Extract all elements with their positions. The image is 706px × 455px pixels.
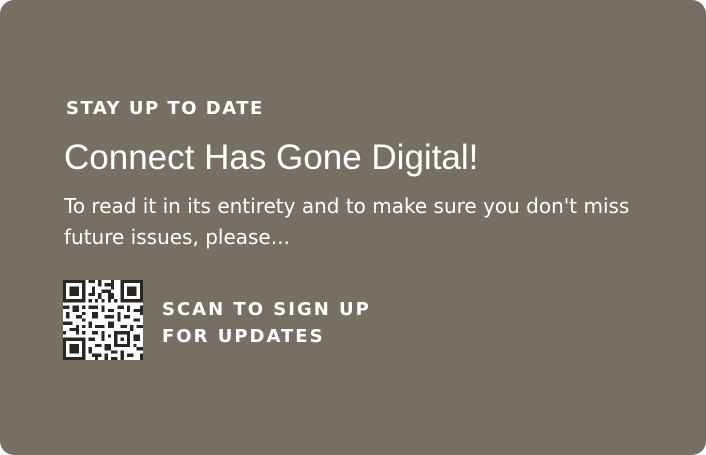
cta-line-1: SCAN TO SIGN UP [162,299,371,320]
headline: Connect Has Gone Digital! [64,138,479,177]
eyebrow-label: STAY UP TO DATE [66,98,264,119]
body-text: To read it in its entirety and to make s… [64,194,630,249]
cta-line-2: FOR UPDATES [162,326,325,347]
qr-code-icon[interactable] [63,280,143,360]
scan-cta: SCAN TO SIGN UP FOR UPDATES [162,296,371,350]
qr-code-graphic [63,280,143,360]
promo-card: STAY UP TO DATE Connect Has Gone Digital… [0,0,706,455]
